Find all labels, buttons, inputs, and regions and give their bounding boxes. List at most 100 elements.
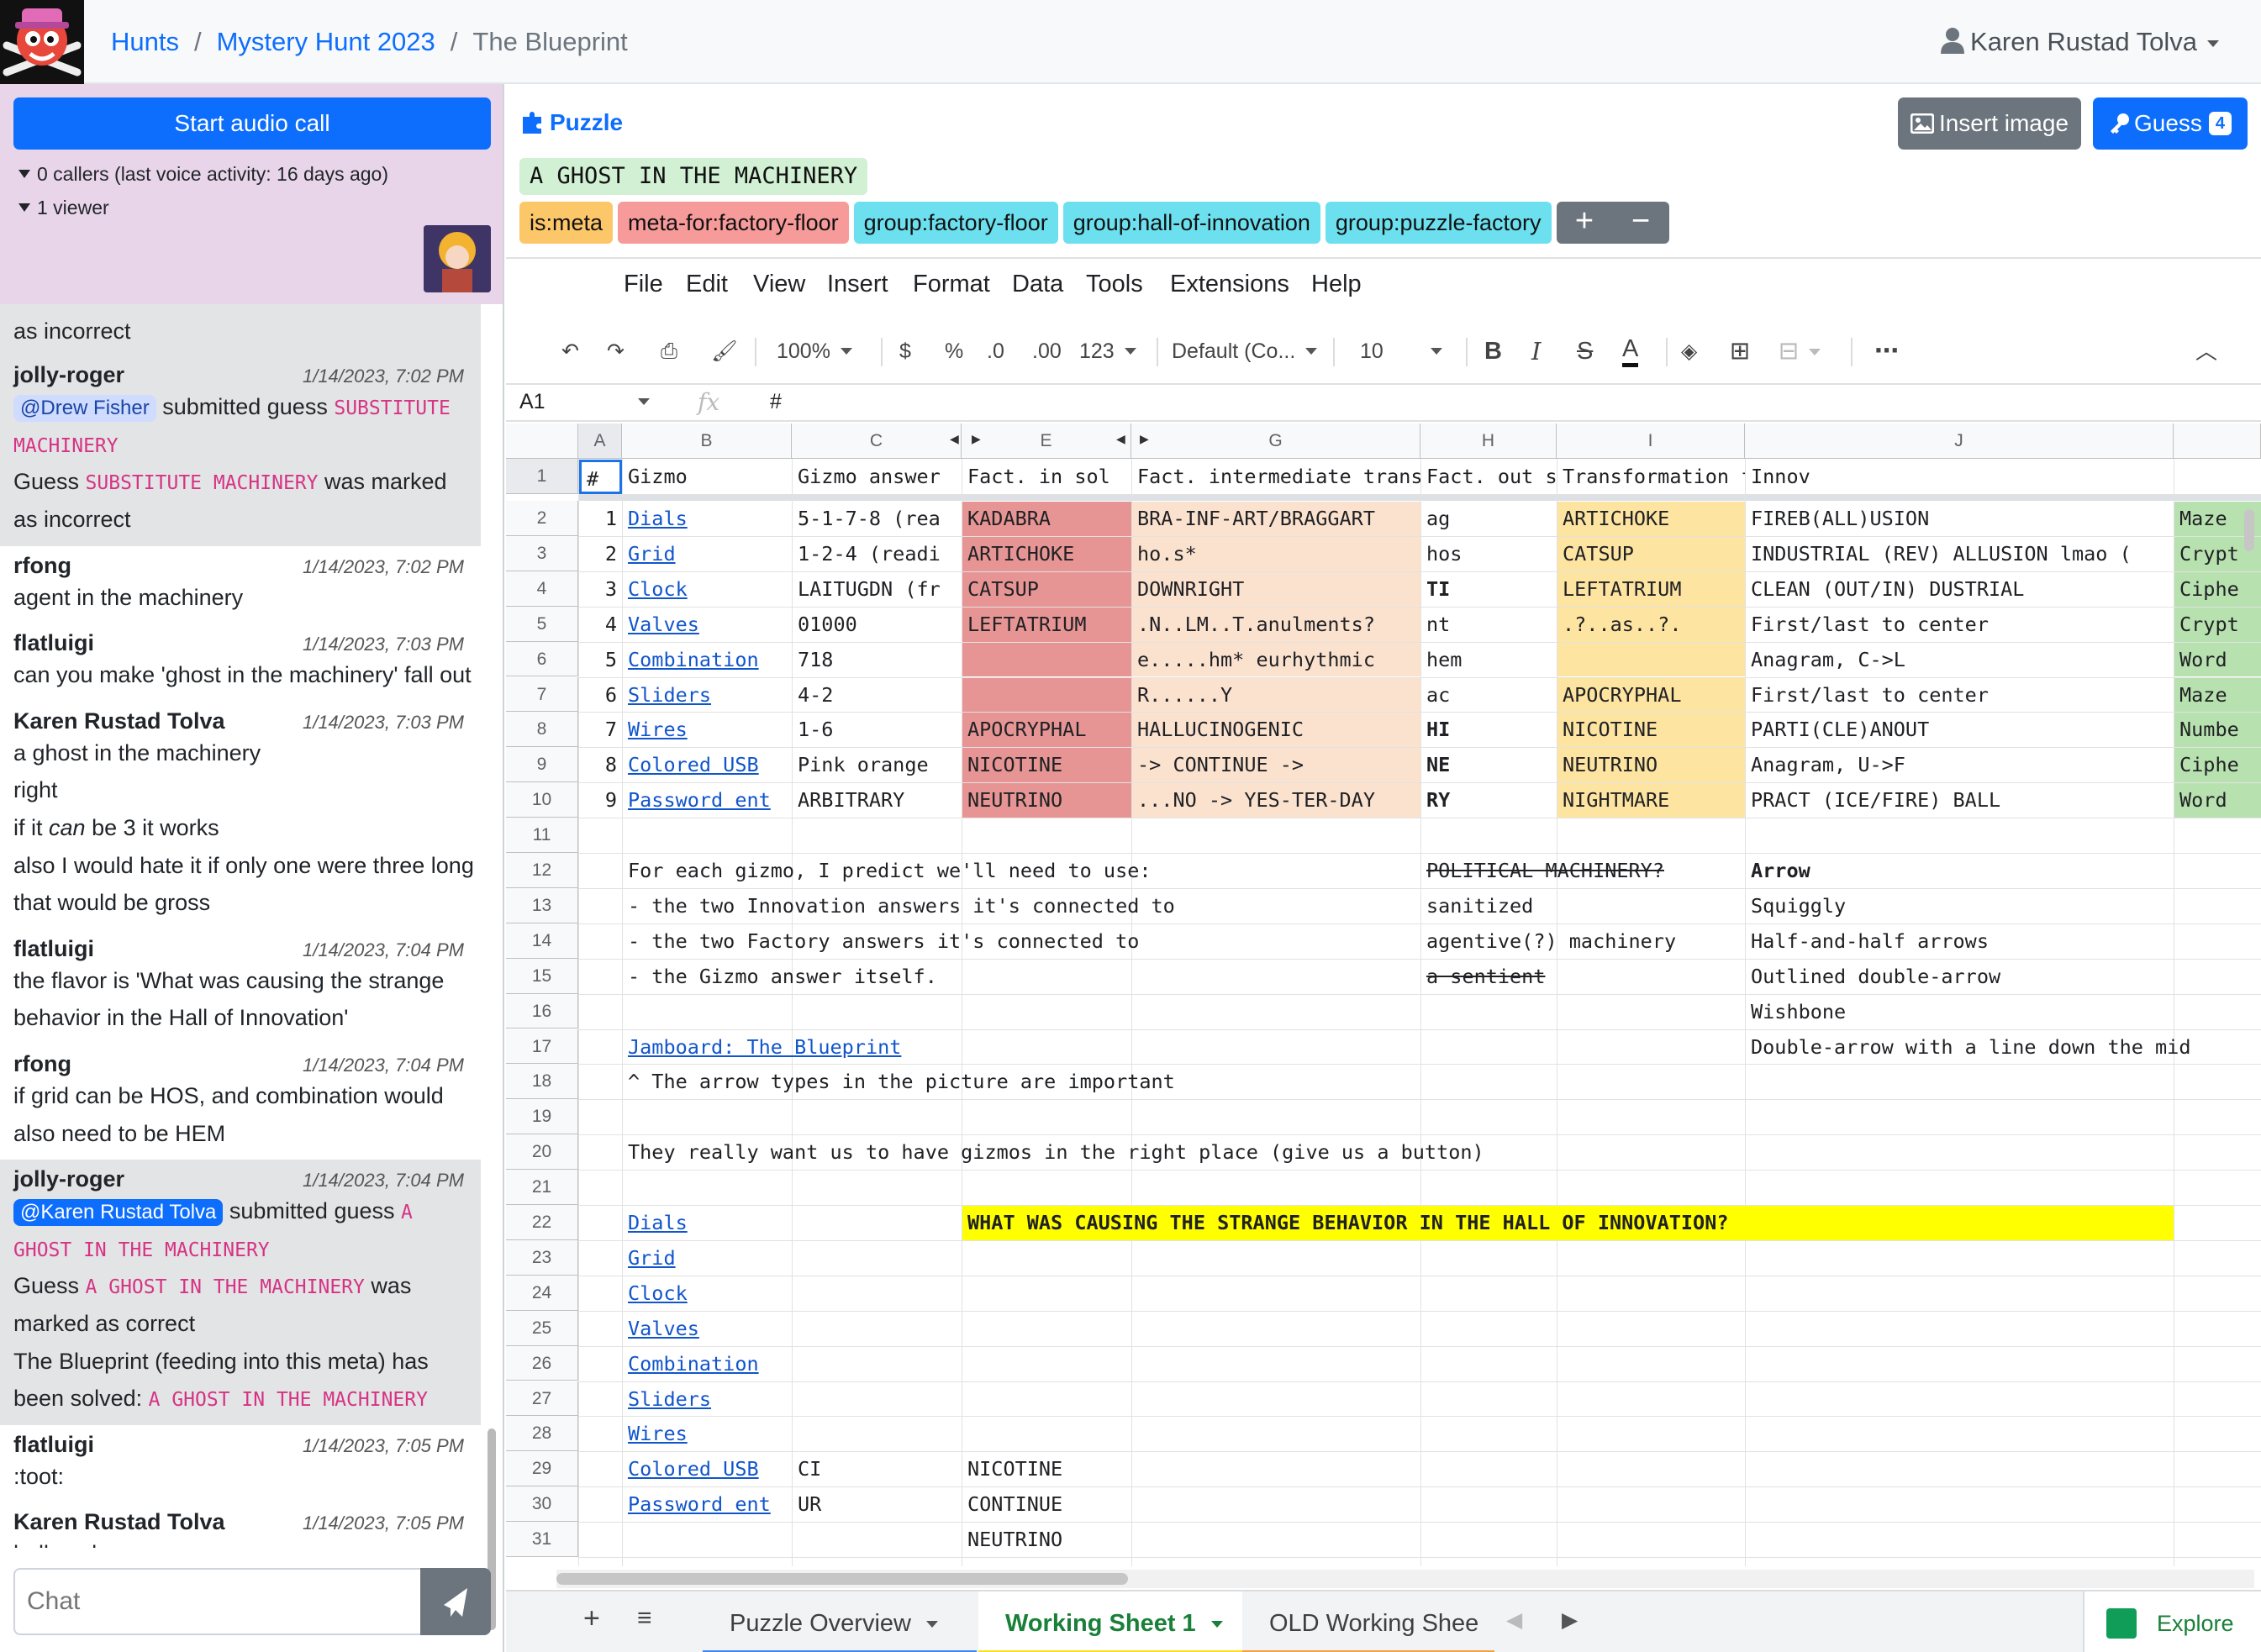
row-header[interactable]: 4 [506, 571, 578, 607]
row-header[interactable]: 23 [506, 1239, 578, 1276]
cell[interactable]: 8 [579, 748, 622, 782]
cell-link[interactable]: Clock [628, 1281, 688, 1305]
cell[interactable]: 5 [579, 643, 622, 677]
menu-insert[interactable]: Insert [827, 271, 888, 298]
cell[interactable]: ^ The arrow types in the picture are imp… [623, 1065, 2261, 1099]
column-header[interactable]: H [1420, 424, 1557, 459]
cell[interactable]: Wires [623, 1417, 792, 1451]
print-icon[interactable]: ⎙ [661, 334, 677, 368]
cell[interactable]: BRA-INF-ART/BRAGGART [1132, 502, 1420, 536]
cell[interactable]: ARTICHOKE [962, 536, 1131, 571]
name-box[interactable]: A1 [519, 390, 671, 414]
text-color-icon[interactable]: A [1622, 334, 1639, 367]
menu-help[interactable]: Help [1311, 271, 1362, 298]
cell[interactable]: 4 [579, 608, 622, 642]
cell[interactable]: 5-1-7-8 (rea [793, 502, 962, 536]
menu-edit[interactable]: Edit [686, 271, 728, 298]
cell[interactable]: 2 [579, 537, 622, 571]
row-header[interactable]: 13 [506, 887, 578, 923]
tag-chip[interactable]: group:hall-of-innovation [1062, 202, 1320, 244]
cell[interactable]: Clock [623, 1276, 792, 1311]
cell[interactable]: Anagram, C->L [1746, 643, 2174, 677]
row-header[interactable]: 30 [506, 1486, 578, 1523]
cell[interactable]: First/last to center [1746, 678, 2174, 713]
cell[interactable]: Wires [623, 713, 792, 747]
cell[interactable]: .?..as..?. [1557, 607, 1745, 642]
row-header[interactable]: 7 [506, 676, 578, 713]
cell[interactable]: ARBITRARY [793, 783, 962, 818]
cell[interactable]: NEUTRINO [962, 1523, 1131, 1557]
undo-icon[interactable]: ↶ [561, 334, 579, 368]
percent-format-button[interactable]: % [945, 334, 963, 368]
cell[interactable]: HI [1421, 713, 1557, 747]
row-header[interactable]: 8 [506, 712, 578, 748]
cell[interactable]: Clock [623, 572, 792, 607]
vertical-scrollbar[interactable] [2241, 502, 2258, 1561]
cell[interactable]: Dials [623, 502, 792, 536]
cell[interactable]: Squiggly [1746, 889, 2174, 923]
menu-view[interactable]: View [753, 271, 805, 298]
cell[interactable]: ho.s* [1132, 536, 1420, 571]
add-tag-button[interactable]: + [1557, 202, 1613, 244]
cell[interactable]: e.....hm* eurhythmic [1132, 642, 1420, 677]
cell[interactable]: Dials [623, 1206, 792, 1240]
cell[interactable]: R......Y [1132, 677, 1420, 713]
cell[interactable]: NICOTINE [962, 1452, 1131, 1486]
row-header[interactable]: 16 [506, 993, 578, 1029]
row-header[interactable]: 29 [506, 1451, 578, 1487]
hidden-columns-arrow-icon[interactable]: ▶ [1140, 432, 1149, 446]
column-header[interactable]: J [1745, 424, 2174, 459]
scroll-tabs-right-icon[interactable]: ▶ [1562, 1603, 1578, 1637]
column-header[interactable]: B [622, 424, 792, 459]
row-header[interactable]: 28 [506, 1416, 578, 1452]
cell-link[interactable]: Grid [628, 542, 676, 566]
cell[interactable]: Transformation for gizmo [1557, 460, 1745, 494]
row-header[interactable]: 24 [506, 1275, 578, 1311]
row-header[interactable]: 15 [506, 958, 578, 994]
row-header[interactable]: 9 [506, 747, 578, 783]
cell[interactable]: NICOTINE [962, 748, 1131, 783]
cell[interactable]: Combination [623, 643, 792, 677]
row-header[interactable]: 27 [506, 1381, 578, 1417]
sheet-tab[interactable]: Working Sheet 1 [978, 1591, 1242, 1652]
cell[interactable]: They really want us to have gizmos in th… [623, 1135, 2261, 1170]
cell[interactable]: NEUTRINO [962, 783, 1131, 818]
add-sheet-icon[interactable]: + [583, 1602, 600, 1635]
strikethrough-icon[interactable]: S [1577, 334, 1593, 368]
cell[interactable]: Grid [623, 537, 792, 571]
column-header[interactable]: I [1557, 424, 1745, 459]
collapse-menus-icon[interactable]: ︿ [2195, 334, 2217, 368]
cell[interactable]: Fact. intermediate transform [1132, 460, 1420, 494]
italic-icon[interactable]: I [1531, 334, 1541, 368]
cell-link[interactable]: Dials [628, 507, 688, 530]
cell[interactable]: 718 [793, 643, 962, 677]
cell[interactable]: Fact. out sol [1421, 460, 1557, 494]
send-message-button[interactable] [420, 1568, 491, 1635]
row-header[interactable]: 20 [506, 1134, 578, 1171]
cell[interactable]: LAITUGDN (fr [793, 572, 962, 607]
cell[interactable]: Innov [1746, 460, 2174, 494]
tag-chip[interactable]: group:factory-floor [853, 202, 1058, 244]
cell[interactable]: INDUSTRIAL (REV) ALLUSION lmao ( [1746, 537, 2174, 571]
cell[interactable]: 6 [579, 678, 622, 713]
row-header[interactable]: 26 [506, 1345, 578, 1381]
hidden-columns-arrow-icon[interactable]: ▶ [972, 432, 981, 446]
row-header[interactable]: 12 [506, 853, 578, 888]
cell[interactable]: TI [1421, 572, 1557, 607]
cell[interactable]: DOWNRIGHT [1132, 571, 1420, 607]
row-header[interactable]: 1 [506, 459, 578, 494]
borders-icon[interactable]: ⊞ [1730, 334, 1750, 368]
cell-link[interactable]: Combination [628, 648, 759, 671]
all-sheets-list-icon[interactable]: ≡ [637, 1602, 652, 1635]
row-header[interactable]: 6 [506, 641, 578, 677]
cell[interactable]: nt [1421, 608, 1557, 642]
cell[interactable]: ag [1421, 502, 1557, 536]
row-header[interactable]: 22 [506, 1205, 578, 1240]
cell[interactable]: 3 [579, 572, 622, 607]
redo-icon[interactable]: ↷ [607, 334, 625, 368]
cell[interactable]: WHAT WAS CAUSING THE STRANGE BEHAVIOR IN… [962, 1206, 2174, 1240]
cell-link[interactable]: Sliders [628, 1387, 711, 1411]
guess-button[interactable]: Guess 4 [2093, 97, 2248, 150]
explore-button[interactable]: Explore [2083, 1591, 2261, 1652]
paint-format-icon[interactable]: 🖌 [711, 334, 738, 368]
